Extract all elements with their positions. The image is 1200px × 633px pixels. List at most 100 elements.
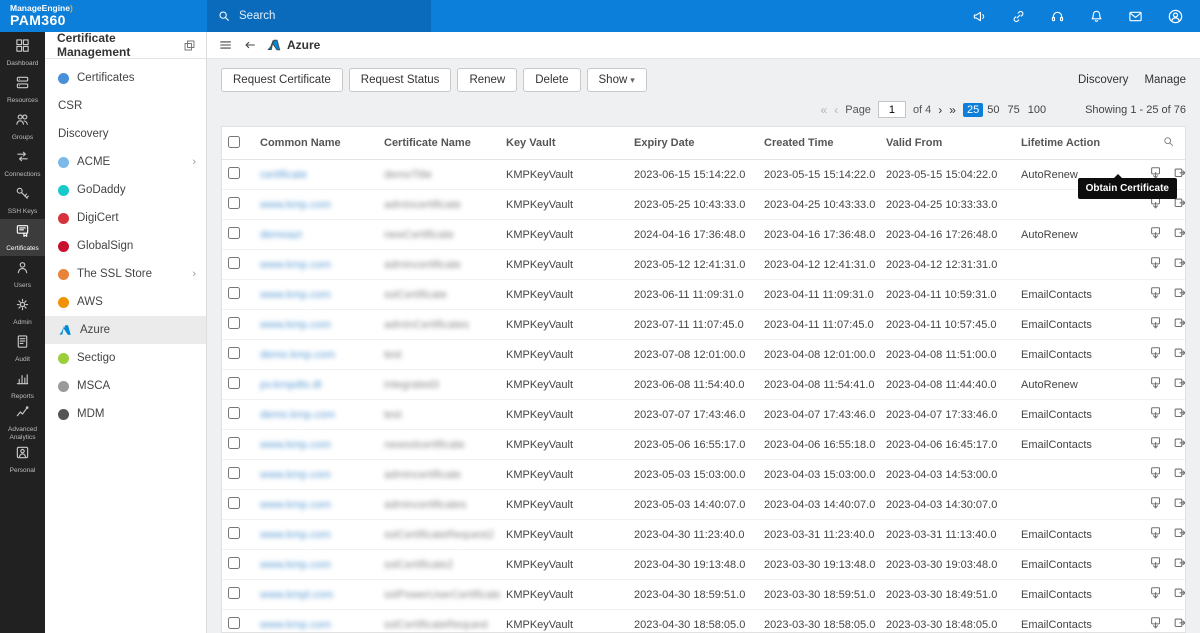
- page-size-25[interactable]: 25: [962, 102, 984, 117]
- obtain-certificate-icon[interactable]: [1149, 226, 1163, 240]
- push-certificate-icon[interactable]: [1173, 406, 1185, 420]
- common-name-link[interactable]: demo.kmp.com: [254, 339, 378, 370]
- common-name-link[interactable]: www.kmp.com: [254, 189, 378, 220]
- common-name-link[interactable]: www.kmpl.com: [254, 579, 378, 610]
- search-input[interactable]: [239, 10, 399, 22]
- page-size-100[interactable]: 100: [1024, 103, 1050, 117]
- request-status-button[interactable]: Request Status: [348, 68, 452, 92]
- push-certificate-icon[interactable]: [1173, 256, 1185, 270]
- row-checkbox[interactable]: [228, 617, 240, 629]
- prev-page-icon[interactable]: ‹: [834, 103, 838, 117]
- common-name-link[interactable]: www.kmp.com: [254, 549, 378, 580]
- obtain-certificate-icon[interactable]: [1149, 346, 1163, 360]
- obtain-certificate-icon[interactable]: [1149, 376, 1163, 390]
- submenu-item-acme[interactable]: ACME ›: [45, 148, 206, 176]
- push-certificate-icon[interactable]: [1173, 316, 1185, 330]
- common-name-link[interactable]: www.kmp.com: [254, 249, 378, 280]
- first-page-icon[interactable]: «: [821, 103, 828, 117]
- profile-icon[interactable]: [1167, 8, 1184, 25]
- sidebar-item-personal[interactable]: Personal: [0, 441, 45, 478]
- submenu-item-csr[interactable]: CSR: [45, 92, 206, 120]
- common-name-link[interactable]: www.kmp.com: [254, 519, 378, 550]
- page-size-50[interactable]: 50: [983, 103, 1003, 117]
- obtain-certificate-icon[interactable]: [1149, 586, 1163, 600]
- submenu-item-the-ssl-store[interactable]: The SSL Store ›: [45, 260, 206, 288]
- push-certificate-icon[interactable]: [1173, 436, 1185, 450]
- row-checkbox[interactable]: [228, 287, 240, 299]
- row-checkbox[interactable]: [228, 527, 240, 539]
- column-header-common-name[interactable]: Common Name: [254, 127, 378, 160]
- push-certificate-icon[interactable]: [1173, 376, 1185, 390]
- common-name-link[interactable]: certificate: [254, 159, 378, 190]
- support-icon[interactable]: [1050, 9, 1065, 24]
- submenu-item-certificates[interactable]: Certificates: [45, 64, 206, 92]
- submenu-item-globalsign[interactable]: GlobalSign: [45, 232, 206, 260]
- row-checkbox[interactable]: [228, 317, 240, 329]
- announcement-icon[interactable]: [972, 9, 987, 24]
- next-page-icon[interactable]: ›: [938, 103, 942, 117]
- mail-icon[interactable]: [1128, 9, 1143, 24]
- manage-link[interactable]: Manage: [1144, 74, 1186, 86]
- row-checkbox[interactable]: [228, 467, 240, 479]
- last-page-icon[interactable]: »: [949, 103, 956, 117]
- obtain-certificate-icon[interactable]: [1149, 286, 1163, 300]
- sidebar-item-users[interactable]: Users: [0, 256, 45, 293]
- obtain-certificate-icon[interactable]: [1149, 526, 1163, 540]
- collapse-menu-icon[interactable]: [219, 38, 233, 52]
- row-checkbox[interactable]: [228, 377, 240, 389]
- common-name-link[interactable]: demoazr: [254, 219, 378, 250]
- push-certificate-icon[interactable]: [1173, 226, 1185, 240]
- obtain-certificate-icon[interactable]: [1149, 436, 1163, 450]
- column-header-valid-from[interactable]: Valid From: [880, 127, 1015, 160]
- submenu-item-aws[interactable]: AWS: [45, 288, 206, 316]
- push-certificate-icon[interactable]: [1173, 466, 1185, 480]
- obtain-certificate-icon[interactable]: [1149, 406, 1163, 420]
- submenu-item-sectigo[interactable]: Sectigo: [45, 344, 206, 372]
- delete-button[interactable]: Delete: [523, 68, 581, 92]
- common-name-link[interactable]: www.kmp.com: [254, 279, 378, 310]
- discovery-link[interactable]: Discovery: [1078, 74, 1128, 86]
- row-checkbox[interactable]: [228, 437, 240, 449]
- back-arrow-icon[interactable]: [243, 38, 257, 52]
- obtain-certificate-icon[interactable]: [1149, 616, 1163, 630]
- request-certificate-button[interactable]: Request Certificate: [221, 68, 343, 92]
- common-name-link[interactable]: www.kmp.com: [254, 459, 378, 490]
- row-checkbox[interactable]: [228, 257, 240, 269]
- popout-window-icon[interactable]: [183, 39, 196, 52]
- column-header-created-time[interactable]: Created Time: [758, 127, 880, 160]
- table-search-icon[interactable]: [1162, 135, 1175, 148]
- push-certificate-icon[interactable]: [1173, 556, 1185, 570]
- select-all-checkbox[interactable]: [228, 135, 240, 148]
- submenu-item-digicert[interactable]: DigiCert: [45, 204, 206, 232]
- brand-logo[interactable]: ManageEngine) PAM360: [0, 3, 207, 28]
- page-size-75[interactable]: 75: [1003, 103, 1023, 117]
- sidebar-item-ssh-keys[interactable]: SSH Keys: [0, 182, 45, 219]
- column-header-expiry-date[interactable]: Expiry Date: [628, 127, 758, 160]
- submenu-item-azure[interactable]: Azure: [45, 316, 206, 344]
- sidebar-item-dashboard[interactable]: Dashboard: [0, 34, 45, 71]
- push-certificate-icon[interactable]: [1173, 346, 1185, 360]
- common-name-link[interactable]: pv.kmpdts.dt: [254, 369, 378, 400]
- obtain-certificate-icon[interactable]: [1149, 316, 1163, 330]
- submenu-item-msca[interactable]: MSCA: [45, 372, 206, 400]
- sidebar-item-reports[interactable]: Reports: [0, 367, 45, 404]
- resource-link-icon[interactable]: [1011, 9, 1026, 24]
- submenu-item-discovery[interactable]: Discovery: [45, 120, 206, 148]
- sidebar-item-audit[interactable]: Audit: [0, 330, 45, 367]
- row-checkbox[interactable]: [228, 407, 240, 419]
- row-checkbox[interactable]: [228, 167, 240, 179]
- column-header-key-vault[interactable]: Key Vault: [500, 127, 628, 160]
- common-name-link[interactable]: www.kmp.com: [254, 309, 378, 340]
- obtain-certificate-icon[interactable]: [1149, 496, 1163, 510]
- row-checkbox[interactable]: [228, 347, 240, 359]
- sidebar-item-admin[interactable]: Admin: [0, 293, 45, 330]
- submenu-item-mdm[interactable]: MDM: [45, 400, 206, 428]
- push-certificate-icon[interactable]: [1173, 286, 1185, 300]
- row-checkbox[interactable]: [228, 557, 240, 569]
- row-checkbox[interactable]: [228, 587, 240, 599]
- submenu-item-godaddy[interactable]: GoDaddy: [45, 176, 206, 204]
- obtain-certificate-icon[interactable]: [1149, 256, 1163, 270]
- common-name-link[interactable]: www.kmp.com: [254, 609, 378, 632]
- column-header-lifetime-action[interactable]: Lifetime Action: [1015, 127, 1133, 160]
- push-certificate-icon[interactable]: [1173, 616, 1185, 630]
